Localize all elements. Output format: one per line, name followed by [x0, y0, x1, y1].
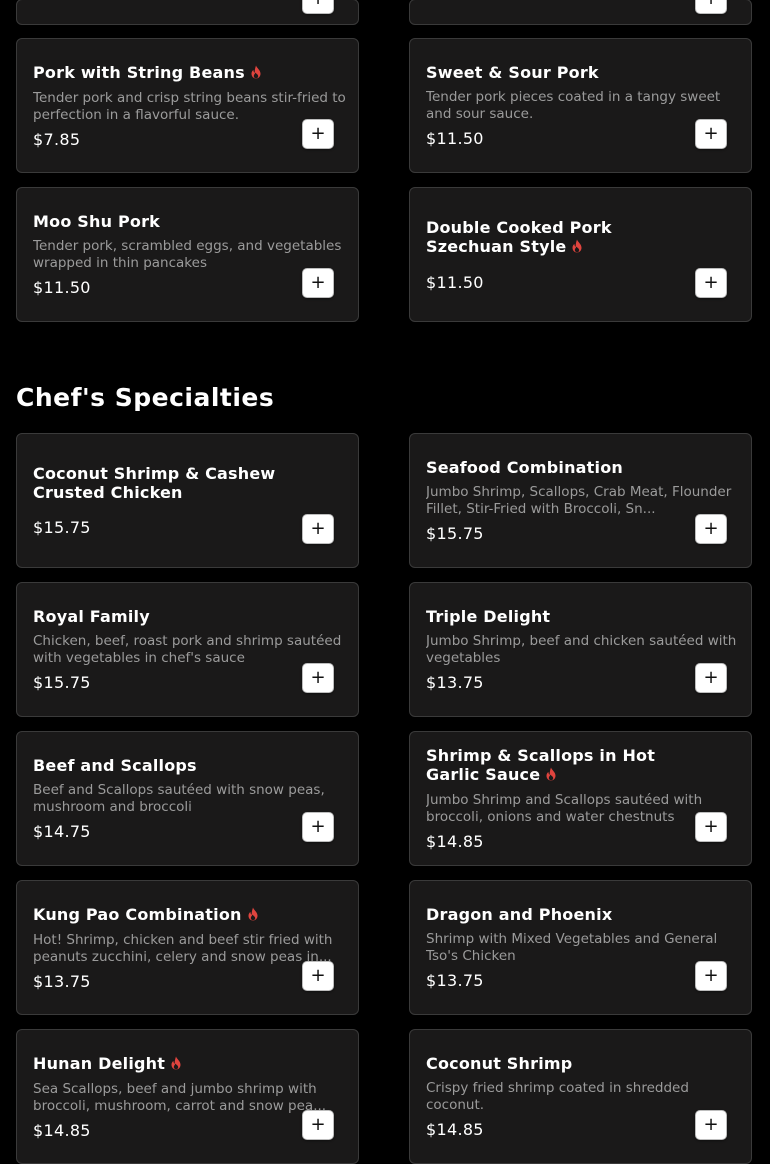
add-to-cart-button[interactable]: + [302, 514, 334, 544]
add-to-cart-button[interactable]: + [302, 119, 334, 149]
spicy-flame-icon [545, 766, 557, 785]
menu-item-description: Tender pork pieces coated in a tangy swe… [426, 89, 721, 122]
menu-item-card[interactable]: + [16, 0, 359, 25]
add-to-cart-button[interactable]: + [302, 812, 334, 842]
menu-item-description: Hot! Shrimp, chicken and beef stir fried… [33, 931, 333, 965]
menu-item-card[interactable]: Triple Delight Jumbo Shrimp, beef and chi… [409, 582, 752, 717]
add-to-cart-button[interactable]: + [695, 119, 727, 149]
menu-item-card[interactable]: Pork with String Beans Tender pork and cr… [16, 38, 359, 173]
spicy-flame-icon [247, 906, 259, 925]
menu-item-card[interactable]: Moo Shu Pork Tender pork, scrambled eggs,… [16, 187, 359, 322]
menu-item-name: Seafood Combination [426, 458, 623, 477]
menu-item-card[interactable]: Dragon and Phoenix Shrimp with Mixed Vege… [409, 880, 752, 1015]
add-to-cart-button[interactable]: + [302, 663, 334, 693]
menu-item-price: $7.85 [33, 129, 81, 149]
menu-item-card[interactable]: + [409, 0, 752, 25]
menu-item-price: $14.75 [33, 822, 91, 841]
menu-item-card[interactable]: Double Cooked Pork Szechuan Style $11.50 + [409, 187, 752, 322]
menu-item-name: Shrimp & Scallops in Hot Garlic Sauce [426, 746, 656, 785]
menu-item-price: $15.75 [33, 673, 91, 692]
add-to-cart-button[interactable]: + [695, 961, 727, 991]
menu-item-card[interactable]: Beef and Scallops Beef and Scallops sauté… [16, 731, 359, 866]
menu-item-name: Kung Pao Combination [33, 905, 288, 925]
menu-item-description: Crispy fried shrimp coated in shredded c… [426, 1080, 689, 1113]
menu-item-name: Coconut Shrimp [426, 1054, 573, 1073]
add-to-cart-button[interactable]: + [695, 514, 727, 544]
menu-item-name: Dragon and Phoenix [426, 905, 613, 924]
spicy-flame-icon [170, 1055, 182, 1074]
add-to-cart-button[interactable]: + [302, 268, 334, 298]
menu-item-description: Jumbo Shrimp and Scallops sautéed with b… [426, 792, 703, 825]
menu-item-price: $14.85 [426, 832, 484, 851]
menu-item-description: Jumbo Shrimp, beef and chicken sautéed w… [426, 633, 737, 666]
add-to-cart-button[interactable]: + [695, 268, 727, 298]
add-to-cart-button[interactable]: + [695, 663, 727, 693]
menu-item-price: $15.75 [33, 518, 91, 537]
menu-item-price: $15.75 [426, 524, 484, 543]
menu-item-card[interactable]: Kung Pao Combination Hot! Shrimp, chicken… [16, 880, 359, 1015]
menu-item-card[interactable]: Coconut Shrimp & Cashew Crusted Chicken $… [16, 433, 359, 568]
menu-item-card[interactable]: Royal Family Chicken, beef, roast pork an… [16, 582, 359, 717]
add-to-cart-button[interactable]: + [302, 961, 334, 991]
menu-item-card[interactable]: Seafood Combination Jumbo Shrimp, Scallop… [409, 433, 752, 568]
menu-item-description: Shrimp with Mixed Vegetables and General… [426, 931, 718, 964]
add-to-cart-button[interactable]: + [695, 1110, 727, 1140]
add-to-cart-button[interactable]: + [302, 0, 334, 14]
menu-item-price: $13.75 [426, 971, 484, 990]
spicy-flame-icon [250, 64, 262, 83]
section-title-chefs-specialties: Chef's Specialties [16, 383, 275, 412]
add-to-cart-button[interactable]: + [302, 1110, 334, 1140]
menu-item-price: $13.75 [426, 673, 484, 692]
menu-item-name: Royal Family [33, 607, 150, 626]
menu-item-price: $11.50 [426, 129, 484, 148]
menu-item-name: Sweet & Sour Pork [426, 63, 599, 82]
menu-item-name: Beef and Scallops [33, 756, 197, 775]
spicy-flame-icon [571, 238, 583, 257]
menu-item-name: Moo Shu Pork [33, 212, 161, 231]
add-to-cart-button[interactable]: + [695, 812, 727, 842]
menu-item-description: Tender pork and crisp string beans stir-… [33, 89, 346, 123]
menu-item-description: Chicken, beef, roast pork and shrimp sau… [33, 633, 342, 666]
menu-item-price: $11.50 [426, 272, 484, 292]
menu-item-name: Double Cooked Pork Szechuan Style [426, 217, 612, 257]
menu-item-description: Beef and Scallops sautéed with snow peas… [33, 782, 325, 815]
menu-item-price: $14.85 [426, 1120, 484, 1139]
menu-item-price: $13.75 [33, 971, 91, 991]
menu-item-name: Hunan Delight [33, 1054, 288, 1074]
menu-item-card[interactable]: Shrimp & Scallops in Hot Garlic Sauce Jum… [409, 731, 752, 866]
add-to-cart-button[interactable]: + [695, 0, 727, 14]
menu-item-card[interactable]: Sweet & Sour Pork Tender pork pieces coat… [409, 38, 752, 173]
menu-item-name: Coconut Shrimp & Cashew Crusted Chicken [33, 464, 276, 502]
menu-item-name: Pork with String Beans [33, 63, 288, 83]
menu-item-description: Sea Scallops, beef and jumbo shrimp with… [33, 1080, 327, 1114]
menu-item-price: $14.85 [33, 1120, 91, 1140]
menu-item-price: $11.50 [33, 278, 91, 297]
menu-item-name: Triple Delight [426, 607, 551, 626]
menu-item-description: Tender pork, scrambled eggs, and vegetab… [33, 238, 342, 271]
menu-item-description: Jumbo Shrimp, Scallops, Crab Meat, Floun… [426, 484, 732, 517]
